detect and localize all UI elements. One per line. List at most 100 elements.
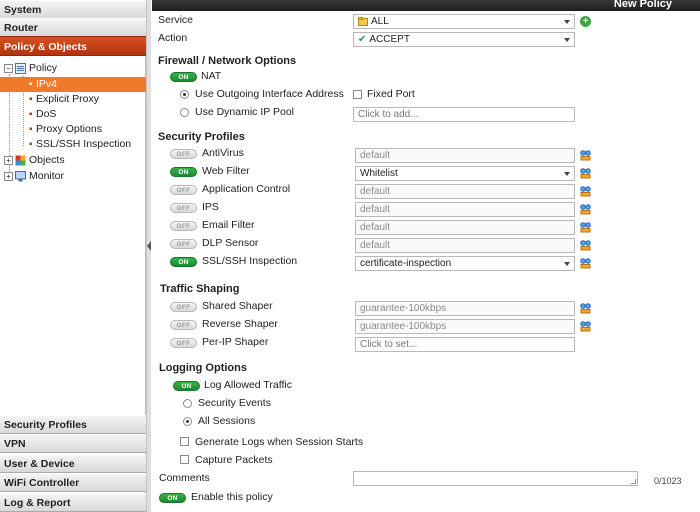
all-sessions-radio[interactable]	[183, 417, 192, 426]
shared-shaper-value: guarantee-100kbps	[355, 301, 575, 316]
expand-icon[interactable]: +	[4, 156, 13, 165]
service-select[interactable]: ALL	[353, 14, 575, 29]
plus-icon[interactable]: +	[580, 16, 591, 27]
all-sessions-label: All Sessions	[198, 415, 256, 427]
ssl-inspection-value: certificate-inspection	[360, 258, 452, 269]
resize-handle-icon[interactable]	[631, 479, 636, 484]
fixed-port-checkbox[interactable]	[353, 90, 362, 99]
policy-icon	[15, 63, 26, 74]
antivirus-toggle[interactable]: OFF	[170, 149, 197, 159]
enable-policy-toggle[interactable]: ON	[159, 493, 186, 503]
ssl-inspection-select[interactable]: certificate-inspection	[355, 256, 575, 271]
chevron-down-icon	[564, 172, 570, 176]
nat-toggle[interactable]: ON	[170, 72, 197, 82]
generate-logs-checkbox[interactable]	[180, 437, 189, 446]
dialog-title: New Policy	[613, 0, 672, 10]
policy-form: New Policy Service ALL + Action ✔ ACCEPT …	[152, 0, 700, 512]
bullet-icon: ▪	[29, 94, 33, 105]
web-filter-value: Whitelist	[360, 168, 398, 179]
use-outgoing-radio[interactable]	[180, 90, 189, 99]
tree-label: Proxy Options	[36, 123, 102, 135]
traffic-shaping-heading: Traffic Shaping	[160, 283, 240, 295]
edit-profile-icon[interactable]	[580, 150, 591, 161]
nav-system[interactable]: System	[0, 0, 146, 19]
use-outgoing-label: Use Outgoing Interface Address	[195, 88, 344, 100]
service-value: ALL	[371, 16, 389, 27]
log-allowed-toggle[interactable]: ON	[173, 381, 200, 391]
use-dynamic-label: Use Dynamic IP Pool	[195, 106, 295, 118]
per-ip-shaper-toggle[interactable]: OFF	[170, 338, 197, 348]
enable-policy-label: Enable this policy	[191, 491, 273, 503]
ips-profile: default	[355, 202, 575, 217]
edit-profile-icon[interactable]	[580, 222, 591, 233]
email-filter-profile: default	[355, 220, 575, 235]
tree-item-monitor[interactable]: + Monitor	[0, 169, 146, 184]
app-control-toggle[interactable]: OFF	[170, 185, 197, 195]
nav-wifi-controller[interactable]: WiFi Controller	[0, 473, 146, 492]
panel-splitter[interactable]	[146, 0, 151, 512]
monitor-icon	[15, 171, 26, 182]
security-events-radio[interactable]	[183, 399, 192, 408]
nav-policy-objects[interactable]: Policy & Objects	[0, 36, 146, 56]
antivirus-label: AntiVirus	[202, 147, 244, 159]
web-filter-toggle[interactable]: ON	[170, 167, 197, 177]
reverse-shaper-value: guarantee-100kbps	[355, 319, 575, 334]
comments-textarea[interactable]	[353, 471, 638, 486]
tree-item-explicit-proxy[interactable]: ▪ Explicit Proxy	[0, 92, 146, 107]
antivirus-profile: default	[355, 148, 575, 163]
edit-profile-icon[interactable]	[580, 240, 591, 251]
chevron-down-icon	[564, 262, 570, 266]
edit-profile-icon[interactable]	[580, 321, 591, 332]
email-filter-toggle[interactable]: OFF	[170, 221, 197, 231]
ssl-inspection-toggle[interactable]: ON	[170, 257, 197, 267]
generate-logs-label: Generate Logs when Session Starts	[195, 436, 364, 448]
nat-label: NAT	[201, 70, 222, 82]
ip-pool-input[interactable]: Click to add...	[353, 107, 575, 122]
tree-label: IPv4	[36, 78, 58, 90]
dlp-sensor-toggle[interactable]: OFF	[170, 239, 197, 249]
tree-item-policy[interactable]: − Policy	[0, 61, 146, 76]
comments-label: Comments	[159, 472, 210, 484]
capture-packets-label: Capture Packets	[195, 454, 273, 466]
tree-item-proxy-options[interactable]: ▪ Proxy Options	[0, 122, 146, 137]
web-filter-select[interactable]: Whitelist	[355, 166, 575, 181]
tree-label: Monitor	[29, 170, 65, 182]
tree-label: DoS	[36, 108, 57, 120]
nav-router[interactable]: Router	[0, 18, 146, 37]
reverse-shaper-toggle[interactable]: OFF	[170, 320, 197, 330]
fixed-port-label: Fixed Port	[367, 88, 415, 100]
tree-item-ssl-ssh-inspection[interactable]: ▪ SSL/SSH Inspection	[0, 137, 146, 152]
per-ip-shaper-label: Per-IP Shaper	[202, 336, 269, 348]
nav-security-profiles[interactable]: Security Profiles	[0, 415, 146, 434]
tree-item-objects[interactable]: + Objects	[0, 153, 146, 168]
edit-profile-icon[interactable]	[580, 258, 591, 269]
collapse-icon[interactable]: −	[4, 64, 13, 73]
tree-item-dos[interactable]: ▪ DoS	[0, 107, 146, 122]
edit-profile-icon[interactable]	[580, 168, 591, 179]
logging-heading: Logging Options	[159, 362, 247, 374]
collapse-arrow-icon[interactable]	[147, 241, 151, 251]
shared-shaper-toggle[interactable]: OFF	[170, 302, 197, 312]
chevron-down-icon	[564, 38, 570, 42]
nav-user-device[interactable]: User & Device	[0, 454, 146, 473]
capture-packets-checkbox[interactable]	[180, 455, 189, 464]
action-select[interactable]: ✔ ACCEPT	[353, 32, 575, 47]
ips-toggle[interactable]: OFF	[170, 203, 197, 213]
use-dynamic-radio[interactable]	[180, 108, 189, 117]
edit-profile-icon[interactable]	[580, 303, 591, 314]
app-control-label: Application Control	[202, 183, 291, 195]
dlp-sensor-label: DLP Sensor	[202, 237, 259, 249]
chevron-down-icon	[564, 20, 570, 24]
bullet-icon: ▪	[29, 109, 33, 120]
web-filter-label: Web Filter	[202, 165, 250, 177]
per-ip-shaper-input[interactable]: Click to set...	[355, 337, 575, 352]
service-label: Service	[158, 14, 194, 26]
edit-profile-icon[interactable]	[580, 204, 591, 215]
nav-log-report[interactable]: Log & Report	[0, 493, 146, 512]
tree-item-ipv4[interactable]: ▪ IPv4	[0, 77, 146, 92]
nav-vpn[interactable]: VPN	[0, 434, 146, 453]
action-label: Action	[158, 32, 188, 44]
edit-profile-icon[interactable]	[580, 186, 591, 197]
expand-icon[interactable]: +	[4, 172, 13, 181]
shared-shaper-label: Shared Shaper	[202, 300, 273, 312]
